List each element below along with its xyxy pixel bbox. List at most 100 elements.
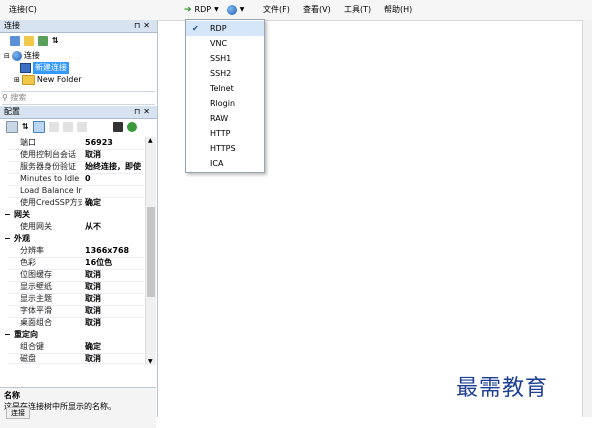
property-row[interactable]: 磁盘 取消 [8,353,144,364]
icon-icon[interactable] [76,121,87,132]
property-value: 确定 [85,342,101,351]
top-toolbar: 连接(C) ➔ RDP ▼ ▼ 文件(F) 查看(V) 工具(T) 帮助(H) [0,0,592,21]
protocol-option-https[interactable]: HTTPS [186,141,264,156]
tree-root-label: 连接 [23,51,40,60]
search-placeholder: 搜索 [10,93,27,102]
protocol-option-rdp[interactable]: ✔ RDP [186,21,264,36]
chevron-down-icon[interactable]: ▼ [240,3,245,17]
property-key: 磁盘 [20,354,36,363]
protocol-option-http[interactable]: HTTP [186,126,264,141]
property-key: 服务器身份验证 [20,162,76,171]
collapse-icon[interactable]: − [4,209,14,221]
protocol-option-vnc[interactable]: VNC [186,36,264,51]
sort-alpha-icon[interactable]: ⇅ [22,122,29,131]
connections-pane-header: 连接 ⊓✕ [0,20,157,33]
connection-menu[interactable]: 连接(C) [4,3,42,17]
expand-icon[interactable]: ⊞ [14,74,20,86]
property-key: 组合键 [20,342,44,351]
config-pane-title: 配置 [4,107,20,116]
connections-pane-title: 连接 [4,21,20,30]
category-appearance[interactable]: − 外观 [4,233,144,245]
status-ok-icon [126,121,137,132]
default-icon[interactable] [62,121,73,132]
property-key: 分辨率 [20,246,44,255]
property-value: 16位色 [85,258,113,267]
new-folder-icon[interactable] [24,35,34,46]
property-key: 显示主题 [20,294,52,303]
config-pane-header: 配置 ⊓✕ [0,106,157,119]
property-value: 始终连接，即使 [85,162,141,171]
globe-icon[interactable] [226,5,237,15]
property-value: 取消 [85,306,101,315]
property-value: 1366x768 [85,246,130,255]
sort-icon[interactable]: ⇅ [52,36,59,45]
protocol-option-ssh2[interactable]: SSH2 [186,66,264,81]
protocol-dropdown-menu: ✔ RDP VNC SSH1 SSH2 Telnet Rlogin RAW HTT… [185,19,265,173]
category-label: 网关 [14,210,30,219]
arrow-right-icon: ➔ [184,5,192,15]
categorized-icon[interactable] [6,120,18,133]
properties-icon[interactable] [32,120,45,133]
property-value: 取消 [85,150,101,159]
menu-help[interactable]: 帮助(H) [384,3,412,17]
scrollbar-thumb[interactable] [147,207,155,297]
property-key: 位图缓存 [20,270,52,279]
tree-item-label: 新建连接 [33,62,69,74]
property-key: Minutes to Idle [20,174,80,183]
tree-root[interactable]: ⊟ 连接 [4,50,40,62]
right-scrollbar[interactable] [582,20,592,417]
property-value: 取消 [85,282,101,291]
host-status-icon[interactable] [112,121,123,132]
scroll-down-icon[interactable]: ▼ [148,358,153,365]
property-scrollbar[interactable]: ▲ ▼ [145,137,156,365]
chevron-down-icon: ▼ [214,6,219,13]
protocol-option-rlogin[interactable]: Rlogin [186,96,264,111]
property-key: 使用控制台会话 [20,150,76,159]
search-icon: ⚲ [2,93,8,102]
tree-item-new-connection[interactable]: 新建连接 [20,62,69,74]
tab-label: 连接 [11,409,25,417]
pane-controls[interactable]: ⊓✕ [134,106,153,118]
protocol-option-telnet[interactable]: Telnet [186,81,264,96]
menu-tools[interactable]: 工具(T) [344,3,371,17]
check-icon: ✔ [192,24,199,33]
category-label: 外观 [14,234,30,243]
property-value: 取消 [85,294,101,303]
tree-item-folder[interactable]: ⊞ New Folder [14,74,82,86]
import-icon[interactable] [38,35,48,46]
category-redirect[interactable]: − 重定向 [4,329,144,341]
tree-item-label: New Folder [36,75,82,84]
property-key: 使用网关 [20,222,52,231]
property-value: 从不 [85,222,101,231]
category-gateway[interactable]: − 网关 [4,209,144,221]
property-key: 桌面组合 [20,318,52,327]
search-input[interactable]: ⚲ 搜索 [2,91,155,105]
menu-file[interactable]: 文件(F) [263,3,290,17]
description-title: 名称 [4,391,20,400]
folder-icon [21,75,35,85]
property-value: 取消 [85,318,101,327]
inheritance-icon[interactable] [48,121,59,132]
protocol-option-ssh1[interactable]: SSH1 [186,51,264,66]
property-key: 端口 [20,138,36,147]
property-key: 使用CredSSP方式 [20,198,82,207]
category-label: 重定向 [14,330,38,339]
menu-view[interactable]: 查看(V) [303,3,331,17]
collapse-icon[interactable]: − [4,233,14,245]
left-panel: 连接 ⊓✕ ⇅ ⊟ 连接 新建连接 ⊞ New Folder ⚲ 搜索 配置 ⊓… [0,20,158,428]
protocol-option-ica[interactable]: ICA [186,156,264,171]
connections-toolbar: ⇅ [0,33,157,48]
globe-icon [11,51,22,61]
collapse-icon[interactable]: ⊟ [4,50,10,62]
protocol-dropdown-button[interactable]: ➔ RDP ▼ ▼ [184,3,244,17]
bottom-connection-tab[interactable]: 连接 [6,407,30,419]
new-connection-icon[interactable] [10,35,20,46]
protocol-option-raw[interactable]: RAW [186,111,264,126]
pane-controls[interactable]: ⊓✕ [134,20,153,32]
collapse-icon[interactable]: − [4,329,14,341]
scroll-up-icon[interactable]: ▲ [148,137,153,144]
property-value: 取消 [85,270,101,279]
property-value: 0 [85,174,91,183]
property-value: 确定 [85,198,101,207]
config-toolbar: ⇅ [0,119,157,134]
